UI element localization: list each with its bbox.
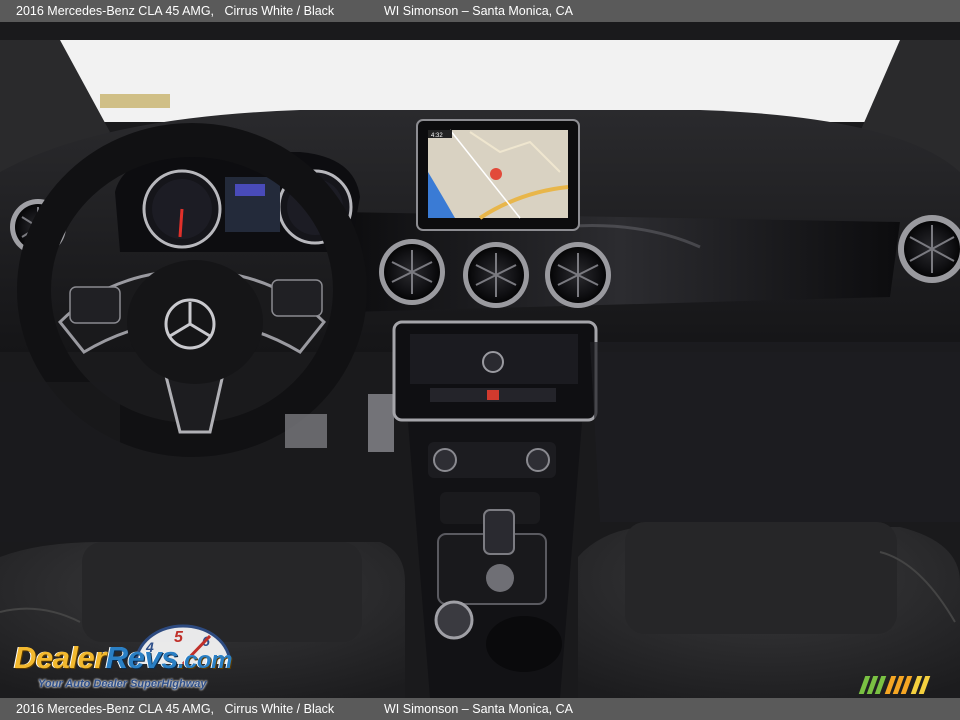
caption-bar-top: 2016 Mercedes-Benz CLA 45 AMG, Cirrus Wh… [0, 0, 960, 22]
dealerrevs-tagline: Your Auto Dealer SuperHighway [38, 678, 207, 690]
center-control-panel [392, 320, 598, 422]
caption-bar-bottom: 2016 Mercedes-Benz CLA 45 AMG, Cirrus Wh… [0, 698, 960, 720]
logo-text: .com [177, 647, 233, 674]
car-interior-photo: 4:32 [0, 22, 960, 698]
passenger-seat [578, 522, 960, 698]
center-vents [379, 239, 611, 308]
logo-text: Dealer [14, 640, 106, 675]
vehicle-caption: 2016 Mercedes-Benz CLA 45 AMG, Cirrus Wh… [16, 4, 335, 18]
vehicle-caption: 2016 Mercedes-Benz CLA 45 AMG, Cirrus Wh… [16, 702, 335, 716]
infotainment-screen: 4:32 [416, 119, 580, 231]
brand-stripes-icon [858, 676, 931, 694]
dealerrevs-logo: DealerRevs.com [14, 640, 232, 676]
logo-text: Revs [105, 640, 179, 675]
screen-clock: 4:32 [431, 133, 443, 139]
dealer-caption: WI Simonson – Santa Monica, CA [384, 4, 573, 18]
dealerrevs-watermark: 4 5 6 DealerRevs.com Your Auto Dealer Su… [10, 622, 270, 694]
dealer-caption: WI Simonson – Santa Monica, CA [384, 702, 573, 716]
